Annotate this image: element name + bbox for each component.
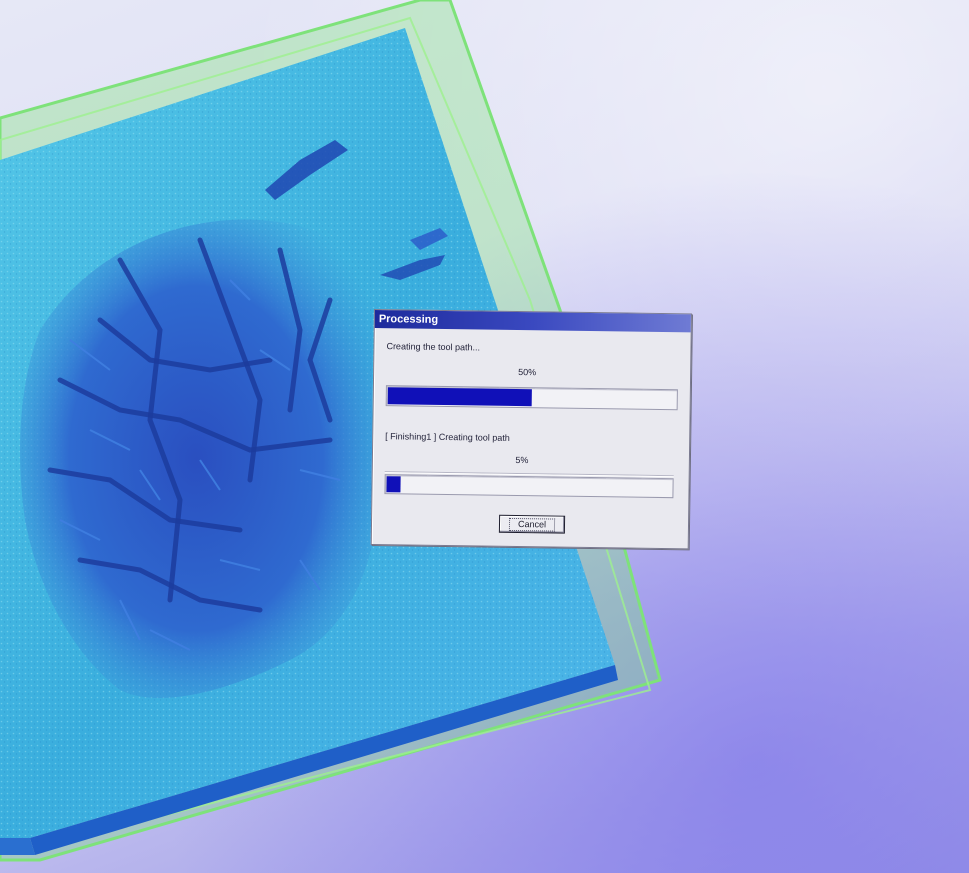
step-percent-label: 5%: [515, 454, 529, 466]
processing-dialog: Processing Creating the tool path... 50%…: [370, 309, 692, 550]
dialog-title: Processing: [374, 310, 691, 333]
overall-percent-label: 50%: [518, 367, 537, 378]
cancel-button-label: Cancel: [508, 517, 556, 532]
step-progress-fill: [386, 476, 401, 493]
overall-progress-bar: [385, 385, 678, 411]
step-progress-bar: [384, 474, 674, 499]
overall-progress-fill: [387, 387, 532, 407]
cancel-button[interactable]: Cancel: [498, 514, 566, 534]
step-status-text: [ Finishing1 ] Creating tool path: [385, 431, 510, 443]
overall-status-text: Creating the tool path...: [386, 341, 481, 353]
